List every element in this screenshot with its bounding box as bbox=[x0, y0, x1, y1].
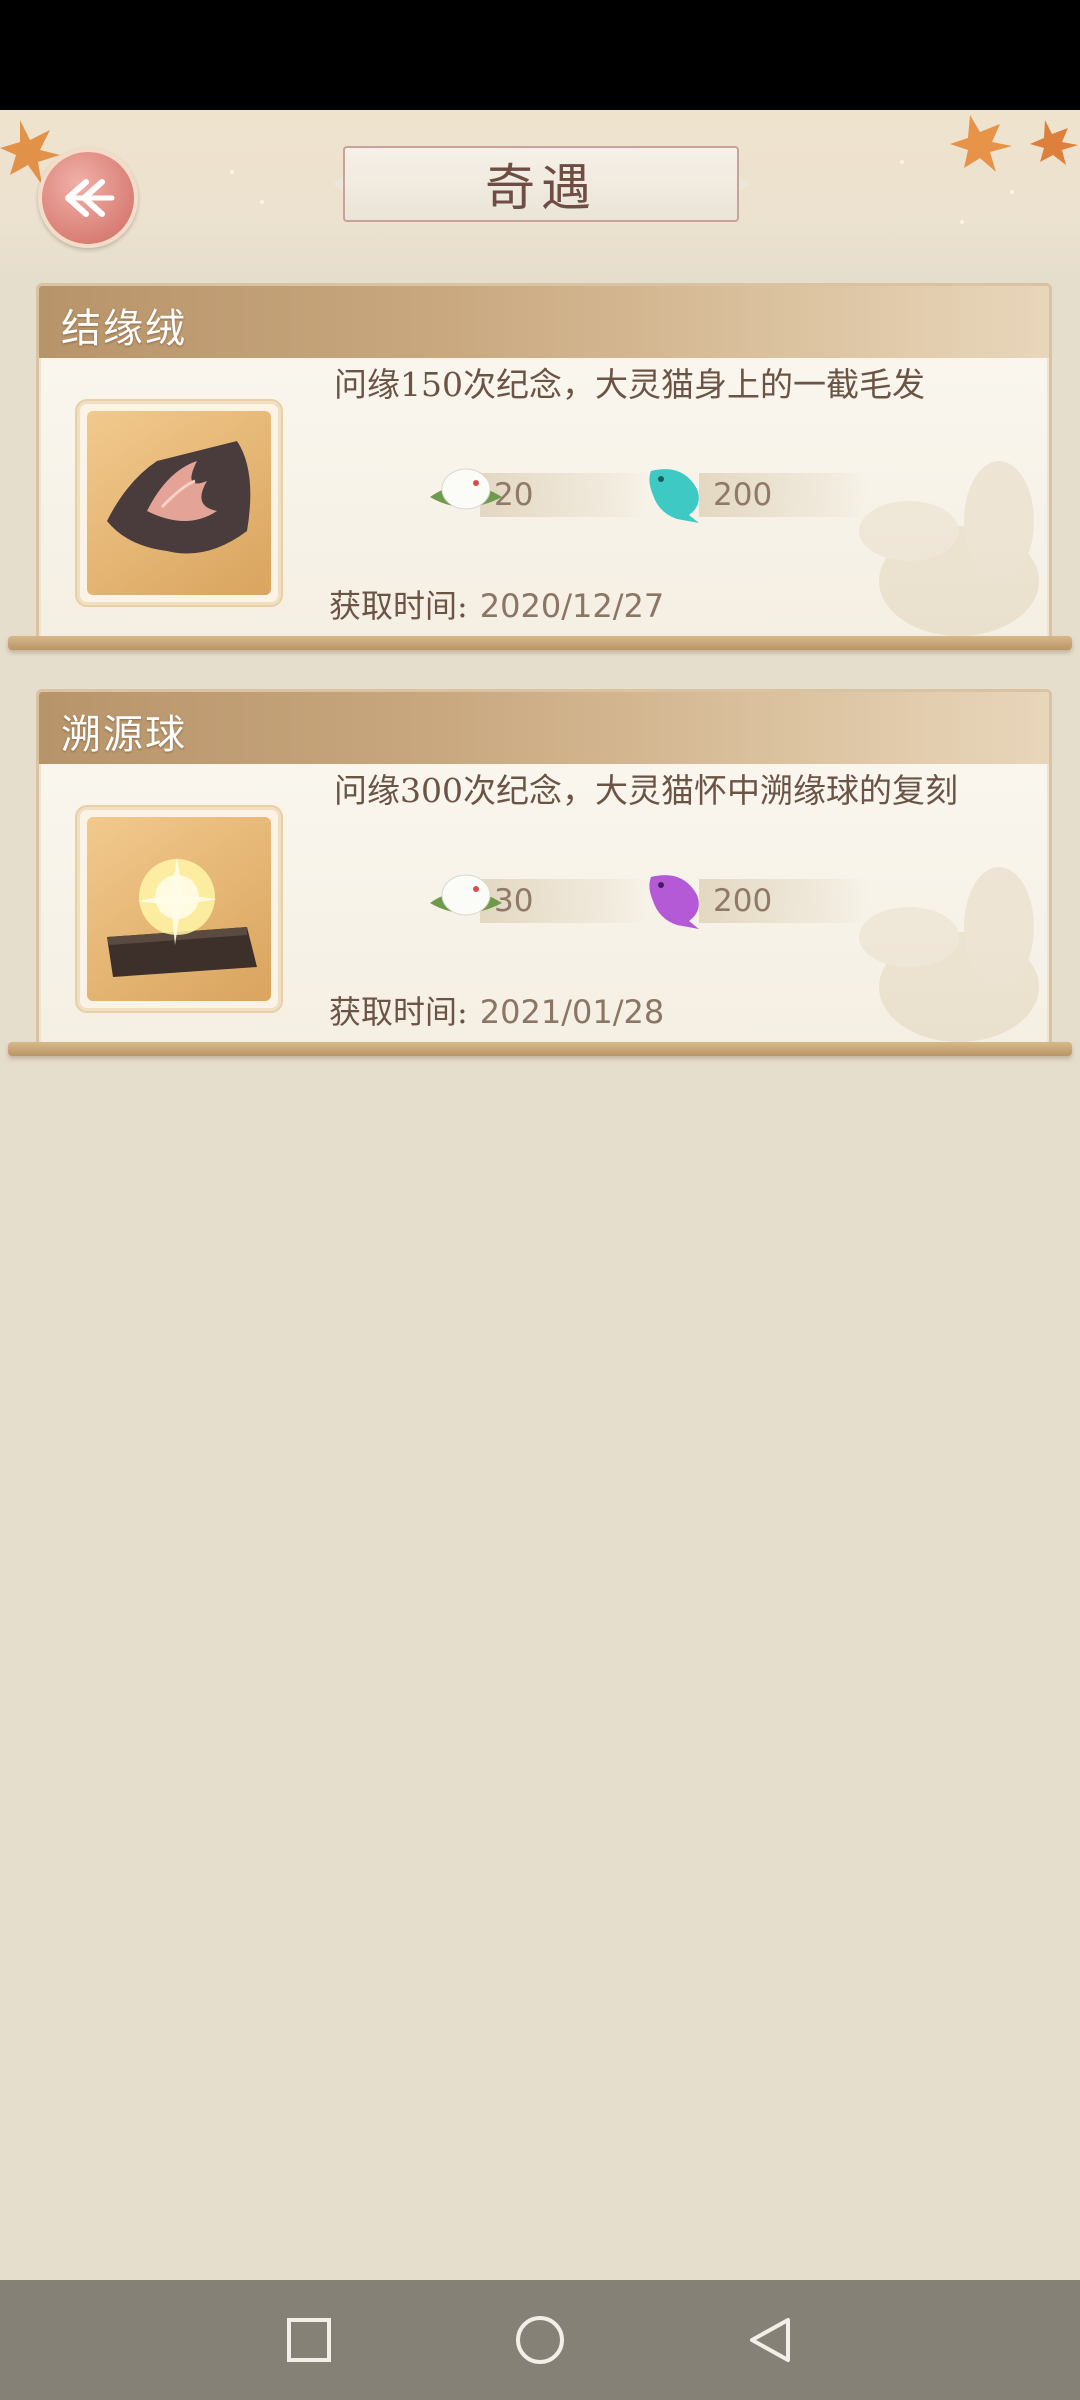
system-nav-bar bbox=[0, 2280, 1080, 2400]
encounter-card[interactable]: 溯源球 问缘300次纪念，大灵猫怀中溯缘球的复刻 30 200 获取时间: 20… bbox=[36, 689, 1052, 1050]
card-title: 结缘绒 bbox=[61, 306, 187, 352]
rice-ball-icon bbox=[430, 874, 502, 916]
purple-fish-icon bbox=[649, 875, 699, 929]
item-description: 问缘150次纪念，大灵猫身上的一截毛发 bbox=[334, 365, 925, 404]
sparkle bbox=[1010, 190, 1014, 194]
glowing-orb-item-icon bbox=[87, 817, 271, 1001]
back-icon[interactable] bbox=[742, 2312, 798, 2368]
card-base bbox=[8, 1042, 1072, 1056]
flower-decoration-icon bbox=[859, 461, 1039, 636]
date-label: 获取时间: bbox=[329, 587, 468, 625]
reward-fish-count: 200 bbox=[713, 477, 773, 513]
cyan-fish-icon bbox=[649, 469, 699, 523]
reward-fish-count: 200 bbox=[713, 883, 773, 919]
sparkle bbox=[900, 160, 904, 164]
recent-apps-icon[interactable] bbox=[281, 2312, 337, 2368]
date-value: 2020/12/27 bbox=[479, 587, 665, 625]
item-description: 问缘300次纪念，大灵猫怀中溯缘球的复刻 bbox=[334, 771, 958, 810]
card-title: 溯源球 bbox=[61, 712, 187, 758]
acquire-date-row: 获取时间: 2021/01/28 bbox=[329, 987, 664, 1033]
card-header bbox=[39, 286, 1049, 358]
sparkle bbox=[260, 200, 264, 204]
home-icon[interactable] bbox=[512, 2312, 568, 2368]
status-bar bbox=[0, 0, 1080, 110]
card-header bbox=[39, 692, 1049, 764]
sparkle bbox=[230, 170, 234, 174]
acquire-date-row: 获取时间: 2020/12/27 bbox=[329, 581, 664, 627]
item-thumbnail-frame bbox=[77, 807, 281, 1011]
reward-candy-count: 30 bbox=[494, 883, 534, 919]
item-thumbnail-frame bbox=[77, 401, 281, 605]
date-value: 2021/01/28 bbox=[479, 993, 665, 1031]
page-title: 奇遇 bbox=[485, 159, 597, 217]
date-label: 获取时间: bbox=[329, 993, 468, 1031]
page-title-box: 奇遇 bbox=[333, 146, 749, 222]
rice-ball-icon bbox=[430, 468, 502, 510]
encounter-card[interactable]: 结缘绒 问缘150次纪念，大灵猫身上的一截毛发 20 200 获取时间: 202… bbox=[36, 283, 1052, 644]
card-base bbox=[8, 636, 1072, 650]
back-arrow-icon bbox=[65, 179, 115, 217]
fur-tuft-item-icon bbox=[87, 411, 271, 595]
back-button[interactable] bbox=[38, 148, 138, 248]
sparkle bbox=[960, 220, 964, 224]
maple-leaf-right-icon bbox=[950, 115, 1078, 172]
reward-candy-count: 20 bbox=[494, 477, 534, 513]
flower-decoration-icon bbox=[859, 867, 1039, 1042]
